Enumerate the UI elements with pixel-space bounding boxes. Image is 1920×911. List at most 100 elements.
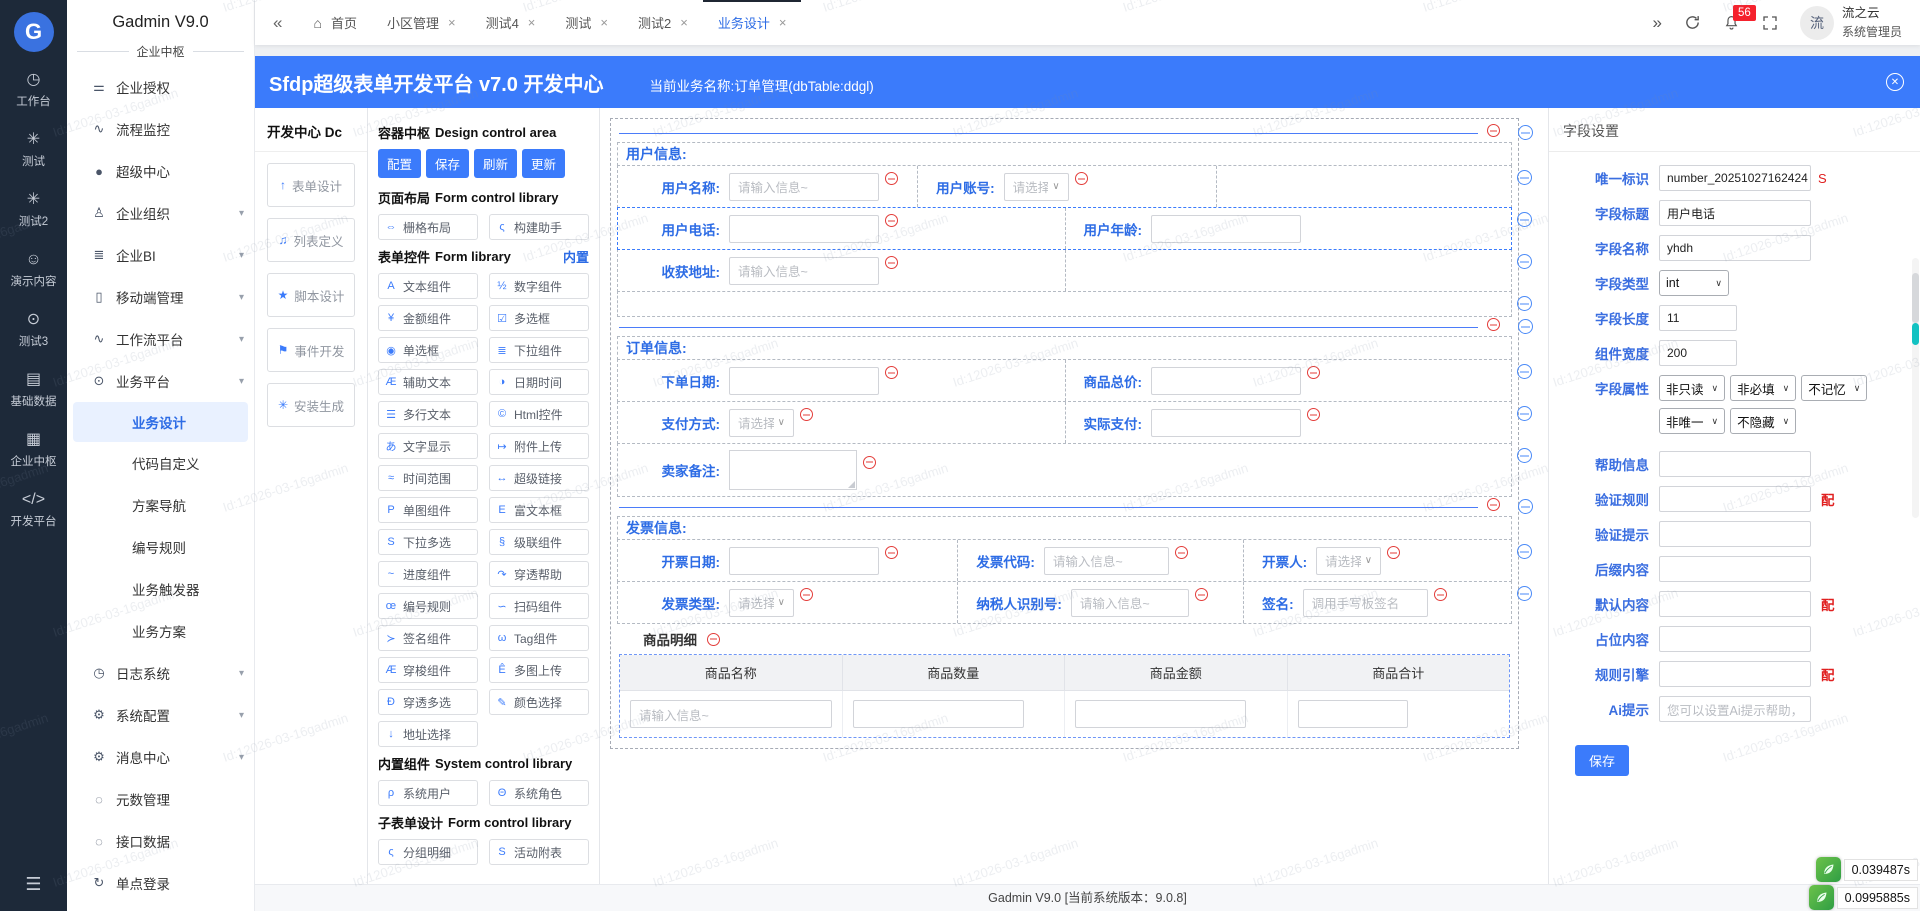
save-button[interactable]: 保存 [1575,745,1630,776]
remove-divider-icon[interactable] [1487,124,1500,137]
scrollbar-thumb[interactable] [1912,273,1919,323]
sidebar-item[interactable]: 业务设计 ▾ [73,402,248,442]
sidebar-item[interactable]: ● 超级中心 ▾ [67,150,254,192]
subtable-row[interactable]: 商品明细 商品名称 商品数量 商品金额 商品合计 请输入信息~ [617,626,1512,738]
remove-field-icon[interactable] [1387,546,1401,559]
validate-rule-input[interactable] [1659,486,1811,512]
tab-item[interactable]: ⌂ 首页 × [298,0,371,45]
dev-center-button[interactable]: ✳ 安装生成 [267,383,355,427]
invoice-date-input[interactable] [729,546,879,575]
invoice-person-select[interactable]: 请选择 ∨ [1316,546,1382,575]
tab-item[interactable]: ⌂ 测试4 × [471,0,551,45]
section-row[interactable]: 用户信息: [617,142,1512,166]
form-control-button[interactable]: ↷ 穿透帮助 [489,561,589,587]
default-content-input[interactable] [1659,591,1811,617]
close-tab-icon[interactable]: × [779,15,787,30]
field-attr-select[interactable]: 不记忆 ∨ [1801,375,1868,401]
collapse-row-icon[interactable] [1517,170,1532,185]
sidebar-item[interactable]: 业务方案 ▾ [67,610,254,652]
field-attr-select[interactable]: 非唯一 ∨ [1659,408,1726,434]
form-control-button[interactable]: ω Tag组件 [489,625,589,651]
close-icon[interactable]: ✕ [1886,73,1904,91]
sidebar-item[interactable]: ⚙ 系统配置 ▾ [67,694,254,736]
configure-link[interactable]: 配 [1821,489,1835,509]
component-width-input[interactable]: 200 [1659,340,1737,366]
action-button[interactable]: 更新 [522,149,566,178]
collapse-row-icon[interactable] [1517,254,1532,269]
form-control-button[interactable]: ◉ 单选框 [378,337,478,363]
refresh-icon[interactable] [1684,14,1701,31]
rail-item[interactable]: ✳ 测试2 [0,190,67,229]
form-control-button[interactable]: ↓ 地址选择 [378,721,478,747]
collapse-row-icon[interactable] [1517,296,1532,311]
collapse-row-icon[interactable] [1517,544,1532,559]
signature-input[interactable]: 调用手写板签名 [1302,588,1428,617]
help-info-input[interactable] [1659,451,1811,477]
user-account-select[interactable]: 请选择 ∨ [1003,172,1069,201]
sidebar-item[interactable]: ⚌ 企业授权 ▾ [67,66,254,108]
field-name-input[interactable]: yhdh [1659,235,1811,261]
sidebar-collapse-icon[interactable]: ☰ [0,874,67,895]
app-logo[interactable]: G [13,12,54,52]
configure-link[interactable]: 配 [1821,594,1835,614]
form-control-button[interactable]: § 级联组件 [489,529,589,555]
form-control-button[interactable]: ½ 数字组件 [489,273,589,299]
remove-field-icon[interactable] [1194,588,1208,601]
detail-name-input[interactable]: 请输入信息~ [630,700,832,728]
form-control-button[interactable]: ☑ 多选框 [489,305,589,331]
divider-row[interactable] [617,317,1533,337]
collapse-row-icon[interactable] [1518,125,1533,140]
form-control-button[interactable]: P 单图组件 [378,497,478,523]
remove-field-icon[interactable] [885,546,898,559]
tab-item[interactable]: ⌂ 测试 × [550,0,623,45]
form-control-button[interactable]: A 文本组件 [378,273,478,299]
remove-divider-icon[interactable] [1487,498,1500,511]
detail-total-input[interactable] [1297,700,1409,728]
detail-amount-input[interactable] [1075,700,1247,728]
address-input[interactable]: 请输入信息~ [729,256,879,285]
order-date-input[interactable] [729,366,879,395]
invoice-type-select[interactable]: 请选择 ∨ [729,588,794,617]
rail-item[interactable]: ☺ 演示内容 [0,250,67,289]
subform-control-button[interactable]: S 活动附表 [489,839,589,865]
collapse-row-icon[interactable] [1518,319,1533,334]
remove-field-icon[interactable] [1174,546,1188,559]
remove-field-icon[interactable] [800,408,813,421]
form-control-button[interactable]: あ 文字显示 [378,433,478,459]
form-row[interactable]: 支付方式: 请选择 ∨ 实际支付: [617,401,1532,444]
invoice-code-input[interactable]: 请输入信息~ [1043,546,1169,575]
suffix-content-input[interactable] [1659,556,1811,582]
empty-row[interactable] [617,291,1532,317]
sidebar-item[interactable]: ∿ 工作流平台 ▾ [67,318,254,360]
sidebar-item[interactable]: 方案导航 ▾ [67,484,254,526]
collapse-row-icon[interactable] [1518,499,1533,514]
rule-engine-input[interactable] [1659,661,1811,687]
remove-field-icon[interactable] [1307,366,1320,379]
collapse-row-icon[interactable] [1517,364,1532,379]
form-control-button[interactable]: ☰ 多行文本 [378,401,478,427]
field-length-input[interactable]: 11 [1659,305,1737,331]
unique-id-input[interactable]: number_20251027162424 [1659,165,1811,191]
configure-link[interactable]: 配 [1821,664,1835,684]
field-title-input[interactable]: 用户电话 [1659,200,1811,226]
dev-center-button[interactable]: ⚑ 事件开发 [267,328,355,372]
remove-field-icon[interactable] [1074,172,1088,185]
dev-center-button[interactable]: ♫ 列表定义 [267,218,355,262]
section-row[interactable]: 订单信息: [617,336,1512,360]
rail-item[interactable]: ⊙ 测试3 [0,310,67,349]
close-tab-icon[interactable]: × [680,15,688,30]
form-control-button[interactable]: ↔ 超级链接 [489,465,589,491]
divider-row[interactable] [617,123,1533,143]
sidebar-item[interactable]: ♙ 企业组织 ▾ [67,192,254,234]
subform-control-button[interactable]: ς 分组明细 [378,839,478,865]
layout-control-button[interactable]: ⇔ 栅格布局 [378,214,478,240]
sidebar-item[interactable]: ≣ 企业BI ▾ [67,234,254,276]
form-control-button[interactable]: ∽ 扫码组件 [489,593,589,619]
action-button[interactable]: 配置 [378,149,422,178]
rail-item[interactable]: ▦ 企业中枢 [0,430,67,469]
collapse-row-icon[interactable] [1517,448,1532,463]
remove-subtable-icon[interactable] [707,632,720,646]
collapse-row-icon[interactable] [1517,406,1532,421]
tab-item[interactable]: ⌂ 小区管理 × [372,0,471,45]
form-control-button[interactable]: S 下拉多选 [378,529,478,555]
